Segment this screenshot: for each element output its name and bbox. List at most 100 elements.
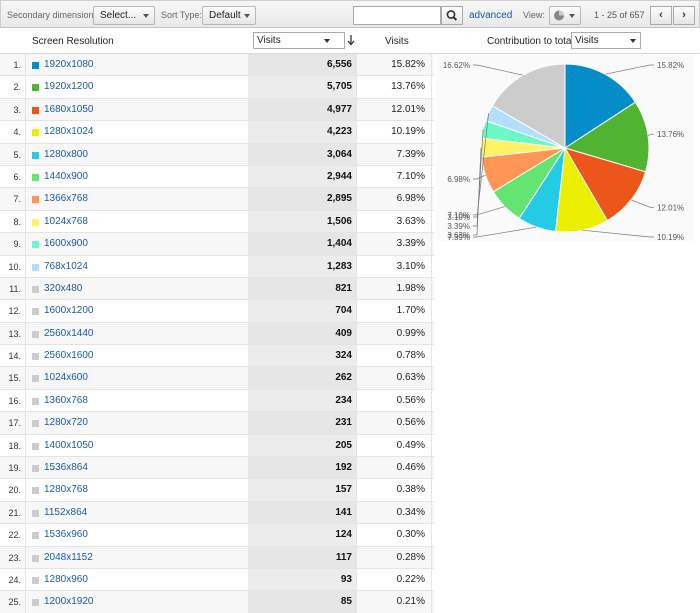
table-row: 9. 1600x900 1,404 3.39% [0,233,434,256]
screen-resolution-link[interactable]: 1600x900 [44,233,88,255]
table-row: 5. 1280x800 3,064 7.39% [0,143,434,166]
table-row: 16. 1360x768 234 0.56% [0,389,434,413]
screen-resolution-link[interactable]: 1536x960 [44,524,88,546]
screen-resolution-link[interactable]: 1280x960 [44,569,88,591]
pie-label-leader [473,64,524,76]
screen-resolution-link[interactable]: 1152x864 [44,502,87,524]
screen-resolution-link[interactable]: 1600x1200 [44,300,94,322]
visits-value: 2,944 [248,165,356,188]
row-color-swatch [32,442,39,450]
visits-percent: 7.39% [356,143,432,165]
screen-resolution-link[interactable]: 2048x1152 [44,547,93,569]
visits-value: 1,404 [248,233,356,255]
row-index: 13. [0,322,26,345]
visits-value: 3,064 [248,143,356,165]
table-row: 13. 2560x1440 409 0.99% [0,322,434,346]
row-index: 10. [0,255,26,277]
secondary-dimension-select[interactable]: Select... [93,6,155,25]
next-page-button[interactable]: › [673,6,695,25]
screen-resolution-link[interactable]: 320x480 [44,278,82,300]
row-index: 1. [0,54,26,76]
visits-percent: 0.56% [356,389,432,412]
chevron-down-icon [143,14,149,18]
row-color-swatch [32,308,39,316]
row-color-swatch [32,84,39,92]
pie-slice-label: 3.10% [447,213,470,222]
visits-percent: 12.01% [356,98,432,121]
screen-resolution-link[interactable]: 1280x720 [44,412,88,434]
screen-resolution-link[interactable]: 1920x1080 [44,54,94,76]
table-row: 12. 1600x1200 704 1.70% [0,300,434,323]
screen-resolution-link[interactable]: 1366x768 [44,188,88,210]
visits-value: 6,556 [248,54,356,76]
sort-descending-icon[interactable] [347,34,355,46]
chevron-down-icon [630,39,636,43]
row-index: 16. [0,389,26,412]
screen-resolution-link[interactable]: 1440x900 [44,166,88,188]
row-color-swatch [32,173,39,181]
visits-value: 4,977 [248,98,356,121]
pie-slice-label: 10.19% [657,233,684,241]
screen-resolution-link[interactable]: 2560x1600 [44,345,94,367]
screen-resolution-link[interactable]: 1920x1200 [44,76,94,98]
visits-value: 704 [248,300,356,322]
metric-select[interactable]: Visits [253,32,345,49]
row-index: 6. [0,165,26,188]
table-row: 3. 1680x1050 4,977 12.01% [0,98,434,122]
visits-percent: 0.46% [356,457,432,479]
visits-percent: 0.63% [356,367,432,389]
visits-percent: 0.22% [356,568,432,591]
visits-percent: 10.19% [356,121,432,143]
row-color-swatch [32,532,39,540]
screen-resolution-link[interactable]: 1536x864 [44,457,88,479]
screen-resolution-link[interactable]: 1024x600 [44,367,88,389]
view-select[interactable] [549,6,581,25]
pie-slice-label: 6.98% [447,175,470,184]
visits-value: 1,506 [248,210,356,233]
row-color-swatch [32,397,39,405]
prev-page-button[interactable]: ‹ [650,6,672,25]
row-color-swatch [32,509,39,517]
col-screen-resolution[interactable]: Screen Resolution [32,36,114,47]
visits-value: 409 [248,322,356,345]
chevron-down-icon [324,39,330,43]
screen-resolution-link[interactable]: 1400x1050 [44,435,94,457]
screen-resolution-link[interactable]: 1680x1050 [44,99,94,121]
screen-resolution-link[interactable]: 2560x1440 [44,323,94,345]
screen-resolution-link[interactable]: 1280x768 [44,479,88,501]
screen-resolution-link[interactable]: 1024x768 [44,211,88,233]
visits-value: 124 [248,524,356,546]
sort-type-select[interactable]: Default [202,6,256,25]
advanced-link[interactable]: advanced [469,10,512,21]
visits-percent: 3.63% [356,210,432,233]
search-input[interactable] [353,6,441,25]
row-color-swatch [32,106,39,114]
pie-slice-label: 12.01% [657,203,684,212]
visits-value: 2,895 [248,188,356,210]
row-color-swatch [32,576,39,584]
row-index: 11. [0,277,26,300]
table-row: 11. 320x480 821 1.98% [0,277,434,301]
screen-resolution-link[interactable]: 768x1024 [44,256,88,278]
row-index: 15. [0,367,26,389]
screen-resolution-link[interactable]: 1200x1920 [44,591,94,613]
visits-percent: 1.98% [356,277,432,300]
visits-percent: 1.70% [356,300,432,322]
chevron-down-icon [244,14,250,18]
screen-resolution-link[interactable]: 1360x768 [44,390,88,412]
screen-resolution-link[interactable]: 1280x1024 [44,121,94,143]
search-button[interactable] [441,6,463,25]
table-row: 7. 1366x768 2,895 6.98% [0,188,434,211]
contribution-select[interactable]: Visits [571,32,641,49]
table-row: 2. 1920x1200 5,705 13.76% [0,76,434,99]
visits-value: 234 [248,389,356,412]
col-visits-percent: Visits [385,36,409,47]
table-row: 18. 1400x1050 205 0.49% [0,434,434,458]
visits-value: 141 [248,501,356,524]
visits-value: 205 [248,434,356,457]
contribution-label: Contribution to total: [487,36,577,47]
contribution-select-value: Visits [575,35,599,46]
visits-value: 85 [248,591,356,613]
search-icon [446,10,458,21]
screen-resolution-link[interactable]: 1280x800 [44,144,88,166]
